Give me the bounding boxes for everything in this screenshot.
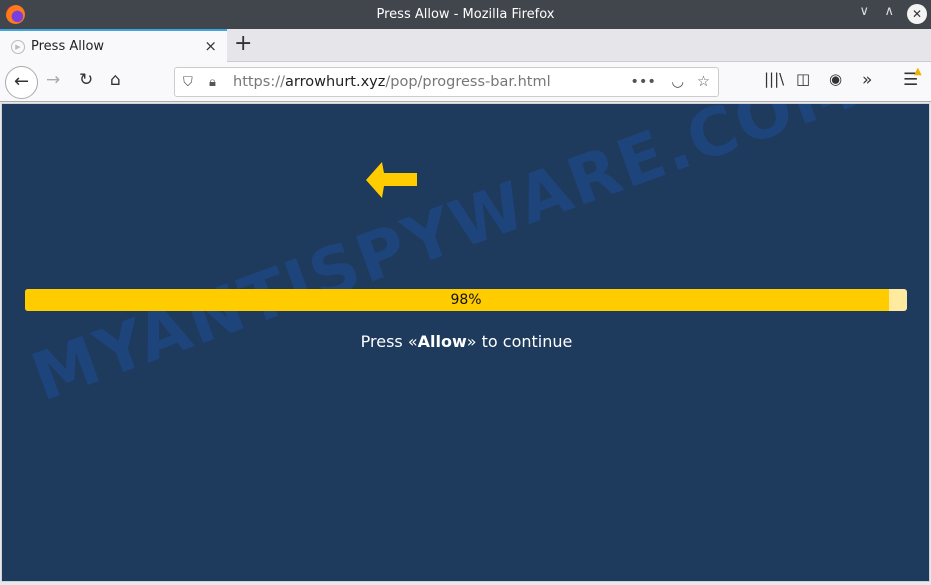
home-button[interactable]: ⌂ (110, 70, 121, 90)
instruction-message: Press «Allow» to continue (360, 332, 573, 351)
warning-icon: ▲ (914, 66, 922, 77)
progress-label: 98% (450, 292, 482, 308)
page-content: MYANTISPYWARE.COM 98% Press «Allow» to c… (1, 103, 930, 582)
nav-bar: ← → ↻ ⌂ ⛉ 🔒︎ https://arrowhurt.xyz/pop/p… (0, 62, 931, 102)
close-window-icon[interactable]: ✕ (907, 4, 927, 24)
reload-button[interactable]: ↻ (79, 70, 93, 90)
maximize-icon[interactable]: ∧ (884, 4, 894, 19)
firefox-logo-icon (6, 5, 25, 24)
url-bar[interactable]: ⛉ 🔒︎ https://arrowhurt.xyz/pop/progress-… (174, 67, 719, 97)
library-icon[interactable]: |||\ (764, 70, 784, 88)
account-icon[interactable]: ◉ (829, 70, 842, 88)
arrow-left-icon (366, 162, 417, 198)
forward-button[interactable]: → (46, 70, 60, 90)
sidebar-icon[interactable]: ◫ (796, 70, 810, 88)
overflow-icon[interactable]: » (862, 70, 872, 90)
window-title: Press Allow - Mozilla Firefox (376, 7, 555, 22)
progress-bar: 98% (25, 289, 907, 311)
title-bar: Press Allow - Mozilla Firefox ∨ ∧ ✕ (0, 0, 931, 29)
tab-favicon-icon: ▶ (11, 39, 25, 54)
tab-close-icon[interactable]: × (204, 37, 217, 55)
bookmark-star-icon[interactable]: ☆ (697, 74, 710, 90)
tab-bar: ▶ Press Allow × + (0, 29, 931, 62)
url-text[interactable]: https://arrowhurt.xyz/pop/progress-bar.h… (233, 74, 551, 90)
tab-press-allow[interactable]: ▶ Press Allow × (0, 29, 227, 62)
tab-label: Press Allow (31, 39, 105, 54)
pocket-icon[interactable]: ◡ (671, 74, 684, 90)
lock-icon[interactable]: 🔒︎ (209, 75, 216, 90)
minimize-icon[interactable]: ∨ (859, 4, 869, 19)
more-actions-icon[interactable]: ••• (630, 74, 656, 90)
shield-icon[interactable]: ⛉ (183, 75, 193, 90)
back-button[interactable]: ← (5, 66, 38, 99)
watermark: MYANTISPYWARE.COM (22, 103, 869, 417)
new-tab-button[interactable]: + (234, 31, 252, 56)
